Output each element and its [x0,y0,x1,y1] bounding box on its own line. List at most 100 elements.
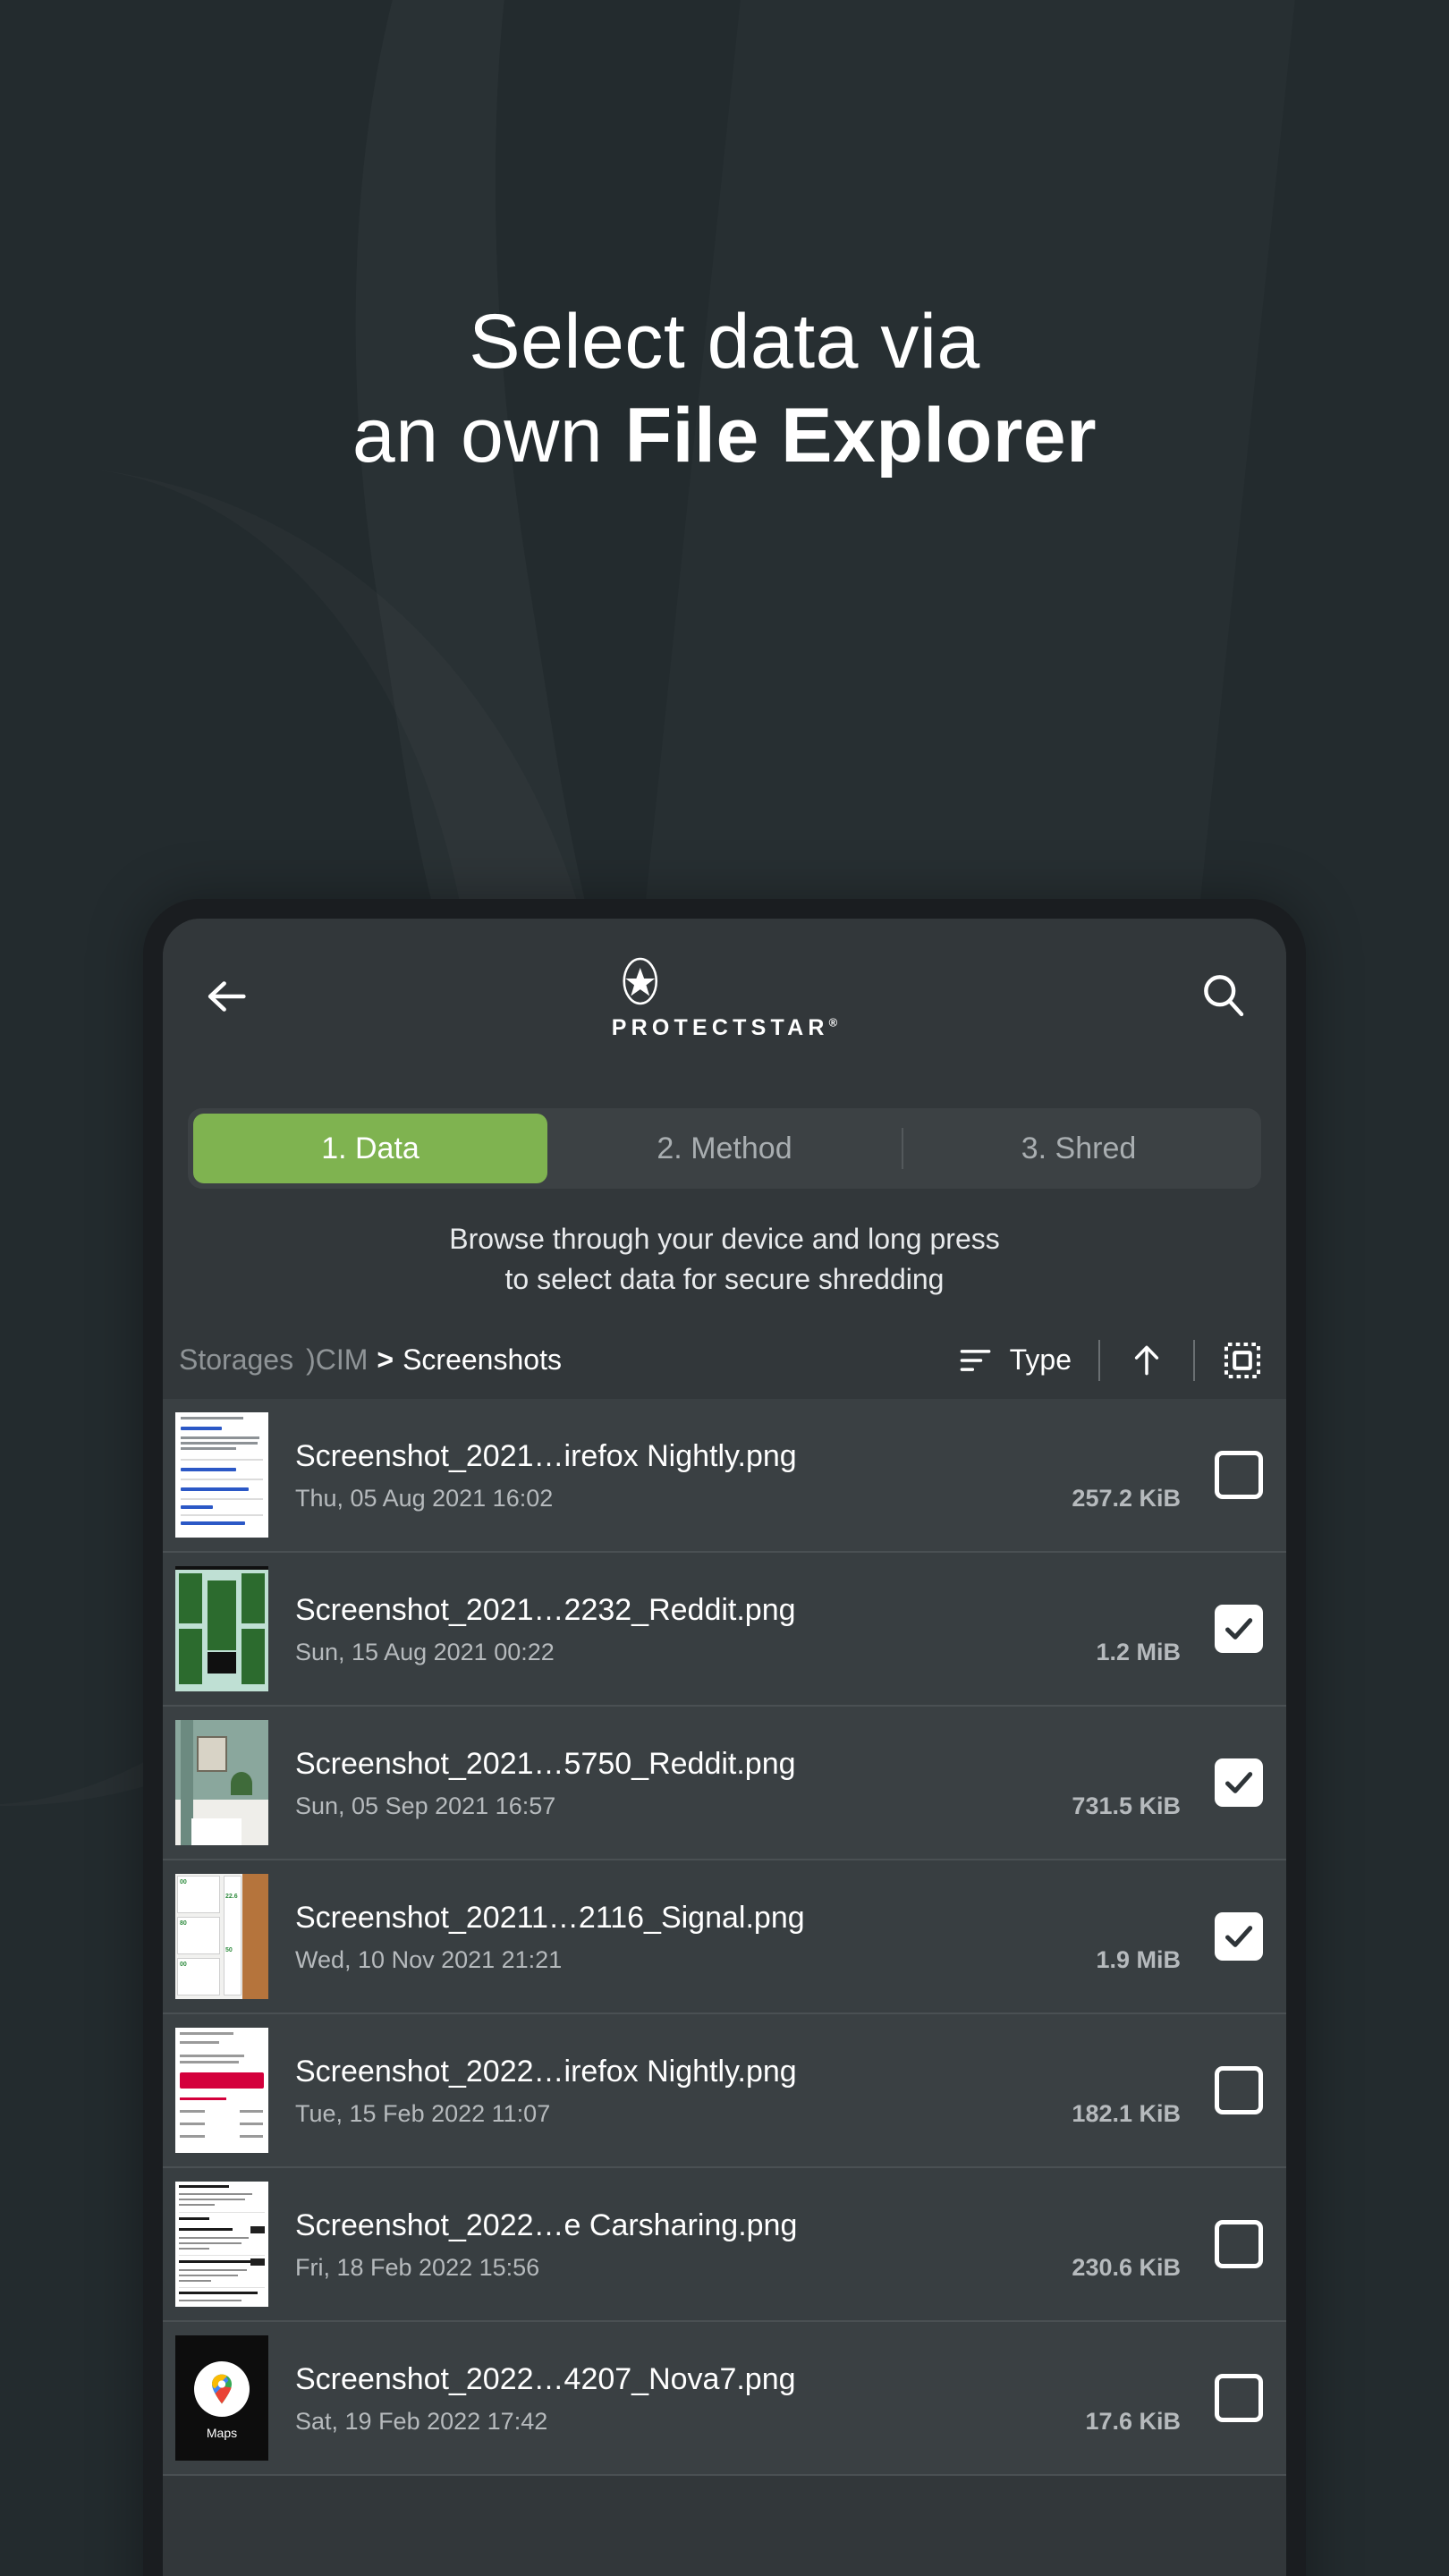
file-subline: Tue, 15 Feb 2022 11:07 182.1 KiB [295,2100,1197,2128]
file-date: Tue, 15 Feb 2022 11:07 [295,2099,551,2127]
file-row[interactable]: 00 80 00 22.6 50 Screenshot_20211…2116_S… [163,1860,1286,2014]
file-thumbnail: Maps [175,2334,268,2461]
file-size: 230.6 KiB [1072,2253,1181,2281]
sort-divider-1 [1098,1339,1100,1381]
step-tab-bar: 1. Data 2. Method 3. Shred [188,1108,1261,1189]
file-checkbox[interactable] [1215,1450,1263,1499]
headline-line-2: an own File Explorer [0,389,1449,483]
file-checkbox[interactable] [1215,1604,1263,1653]
file-subline: Sat, 19 Feb 2022 17:42 17.6 KiB [295,2408,1197,2436]
file-subline: Thu, 05 Aug 2021 16:02 257.2 KiB [295,1485,1197,1513]
tab-shred[interactable]: 3. Shred [902,1114,1256,1183]
promo-screenshot-page: Select data via an own File Explorer PRO… [0,0,1449,2576]
breadcrumb-separator: > [377,1343,394,1377]
file-row[interactable]: Screenshot_2022…irefox Nightly.png Tue, … [163,2013,1286,2168]
file-name: Screenshot_2022…irefox Nightly.png [295,2055,797,2089]
app-bar: PROTECTSTAR® [163,919,1286,1108]
file-date: Sun, 05 Sep 2021 16:57 [295,1792,556,1819]
file-meta: Screenshot_2022…e Carsharing.png Fri, 18… [295,2207,1215,2282]
back-button[interactable] [197,967,256,1026]
tab-shred-label: 3. Shred [1021,1131,1137,1165]
file-date: Thu, 05 Aug 2021 16:02 [295,1484,554,1512]
file-name: Screenshot_2021…irefox Nightly.png [295,1439,797,1474]
tab-method[interactable]: 2. Method [547,1114,902,1183]
breadcrumb-folder-dcim[interactable]: )CIM [306,1343,368,1377]
file-name: Screenshot_2021…2232_Reddit.png [295,1593,796,1628]
phone-screen: PROTECTSTAR® 1. Data 2. Method 3. Shred … [163,919,1286,2576]
brand-trademark: ® [828,1015,838,1030]
file-row[interactable]: Screenshot_2021…5750_Reddit.png Sun, 05 … [163,1706,1286,1860]
file-date: Sat, 19 Feb 2022 17:42 [295,2407,548,2435]
file-thumbnail [175,2181,268,2307]
check-icon [1225,1618,1253,1640]
file-checkbox[interactable] [1215,2373,1263,2422]
file-thumbnail [175,1565,268,1691]
file-size: 1.2 MiB [1096,1638,1181,1665]
instruction-line-2: to select data for secure shredding [504,1263,945,1296]
headline-line-2-normal: an own [352,392,625,479]
file-thumbnail [175,1719,268,1845]
file-row[interactable]: Maps Screenshot_2022…4207_Nova7.png Sat,… [163,2321,1286,2476]
file-meta: Screenshot_2022…4207_Nova7.png Sat, 19 F… [295,2360,1215,2436]
select-all-dashed-box-icon[interactable] [1222,1340,1263,1381]
file-subline: Sun, 15 Aug 2021 00:22 1.2 MiB [295,1639,1197,1666]
file-row[interactable]: Screenshot_2021…2232_Reddit.png Sun, 15 … [163,1552,1286,1707]
google-maps-icon [194,2360,250,2417]
file-subline: Sun, 05 Sep 2021 16:57 731.5 KiB [295,1792,1197,1820]
file-size: 1.9 MiB [1096,1945,1181,1973]
file-name: Screenshot_2021…5750_Reddit.png [295,1747,796,1782]
file-date: Wed, 10 Nov 2021 21:21 [295,1945,563,1973]
file-subline: Wed, 10 Nov 2021 21:21 1.9 MiB [295,1946,1197,1974]
file-list[interactable]: Screenshot_2021…irefox Nightly.png Thu, … [163,1398,1286,2476]
file-checkbox[interactable] [1215,2065,1263,2114]
tab-method-label: 2. Method [657,1131,792,1165]
check-icon [1225,1926,1253,1947]
search-icon [1204,975,1244,1017]
file-meta: Screenshot_2022…irefox Nightly.png Tue, … [295,2053,1215,2128]
file-name: Screenshot_20211…2116_Signal.png [295,1901,805,1936]
file-size: 17.6 KiB [1085,2407,1181,2435]
phone-mockup-frame: PROTECTSTAR® 1. Data 2. Method 3. Shred … [143,899,1306,2576]
file-thumbnail: 00 80 00 22.6 50 [175,1873,268,1999]
brand-logo-block: PROTECTSTAR® [612,953,837,1041]
file-date: Sun, 15 Aug 2021 00:22 [295,1638,555,1665]
file-checkbox[interactable] [1215,1911,1263,1961]
promo-headline: Select data via an own File Explorer [0,295,1449,483]
thumbnail-app-label: Maps [206,2425,238,2440]
sort-divider-2 [1193,1339,1195,1381]
file-row[interactable]: Screenshot_2022…e Carsharing.png Fri, 18… [163,2167,1286,2322]
tab-data-label: 1. Data [321,1131,419,1165]
sort-lines-icon[interactable] [956,1341,996,1380]
file-row[interactable]: Screenshot_2021…irefox Nightly.png Thu, … [163,1398,1286,1553]
sort-controls: Type [956,1338,1263,1383]
file-thumbnail [175,1411,268,1538]
brand-name: PROTECTSTAR® [611,1015,838,1040]
search-button[interactable] [1193,965,1252,1024]
file-size: 731.5 KiB [1072,1792,1181,1819]
tab-data[interactable]: 1. Data [193,1114,547,1183]
file-thumbnail [175,2027,268,2153]
breadcrumb-current-folder[interactable]: Screenshots [402,1343,562,1377]
breadcrumb-and-sort-bar: Storages )CIM > Screenshots Type [163,1327,1286,1394]
check-icon [1225,1772,1253,1793]
file-checkbox[interactable] [1215,1758,1263,1807]
file-meta: Screenshot_20211…2116_Signal.png Wed, 10… [295,1899,1215,1974]
file-name: Screenshot_2022…4207_Nova7.png [295,2362,796,2397]
file-meta: Screenshot_2021…2232_Reddit.png Sun, 15 … [295,1591,1215,1666]
file-name: Screenshot_2022…e Carsharing.png [295,2208,798,2243]
breadcrumb-root[interactable]: Storages [179,1343,293,1377]
arrow-up-icon[interactable] [1127,1338,1166,1383]
file-subline: Fri, 18 Feb 2022 15:56 230.6 KiB [295,2254,1197,2282]
instruction-text: Browse through your device and long pres… [199,1219,1250,1301]
headline-line-2-bold: File Explorer [624,392,1097,479]
instruction-line-1: Browse through your device and long pres… [449,1223,1000,1255]
file-meta: Screenshot_2021…5750_Reddit.png Sun, 05 … [295,1745,1215,1820]
file-checkbox[interactable] [1215,2219,1263,2268]
protectstar-star-logo [623,957,658,1005]
headline-line-1: Select data via [469,299,980,385]
file-date: Fri, 18 Feb 2022 15:56 [295,2253,540,2281]
file-meta: Screenshot_2021…irefox Nightly.png Thu, … [295,1437,1215,1513]
arrow-left-icon [208,981,246,1012]
file-size: 257.2 KiB [1072,1484,1181,1512]
sort-field-label[interactable]: Type [1010,1343,1072,1377]
